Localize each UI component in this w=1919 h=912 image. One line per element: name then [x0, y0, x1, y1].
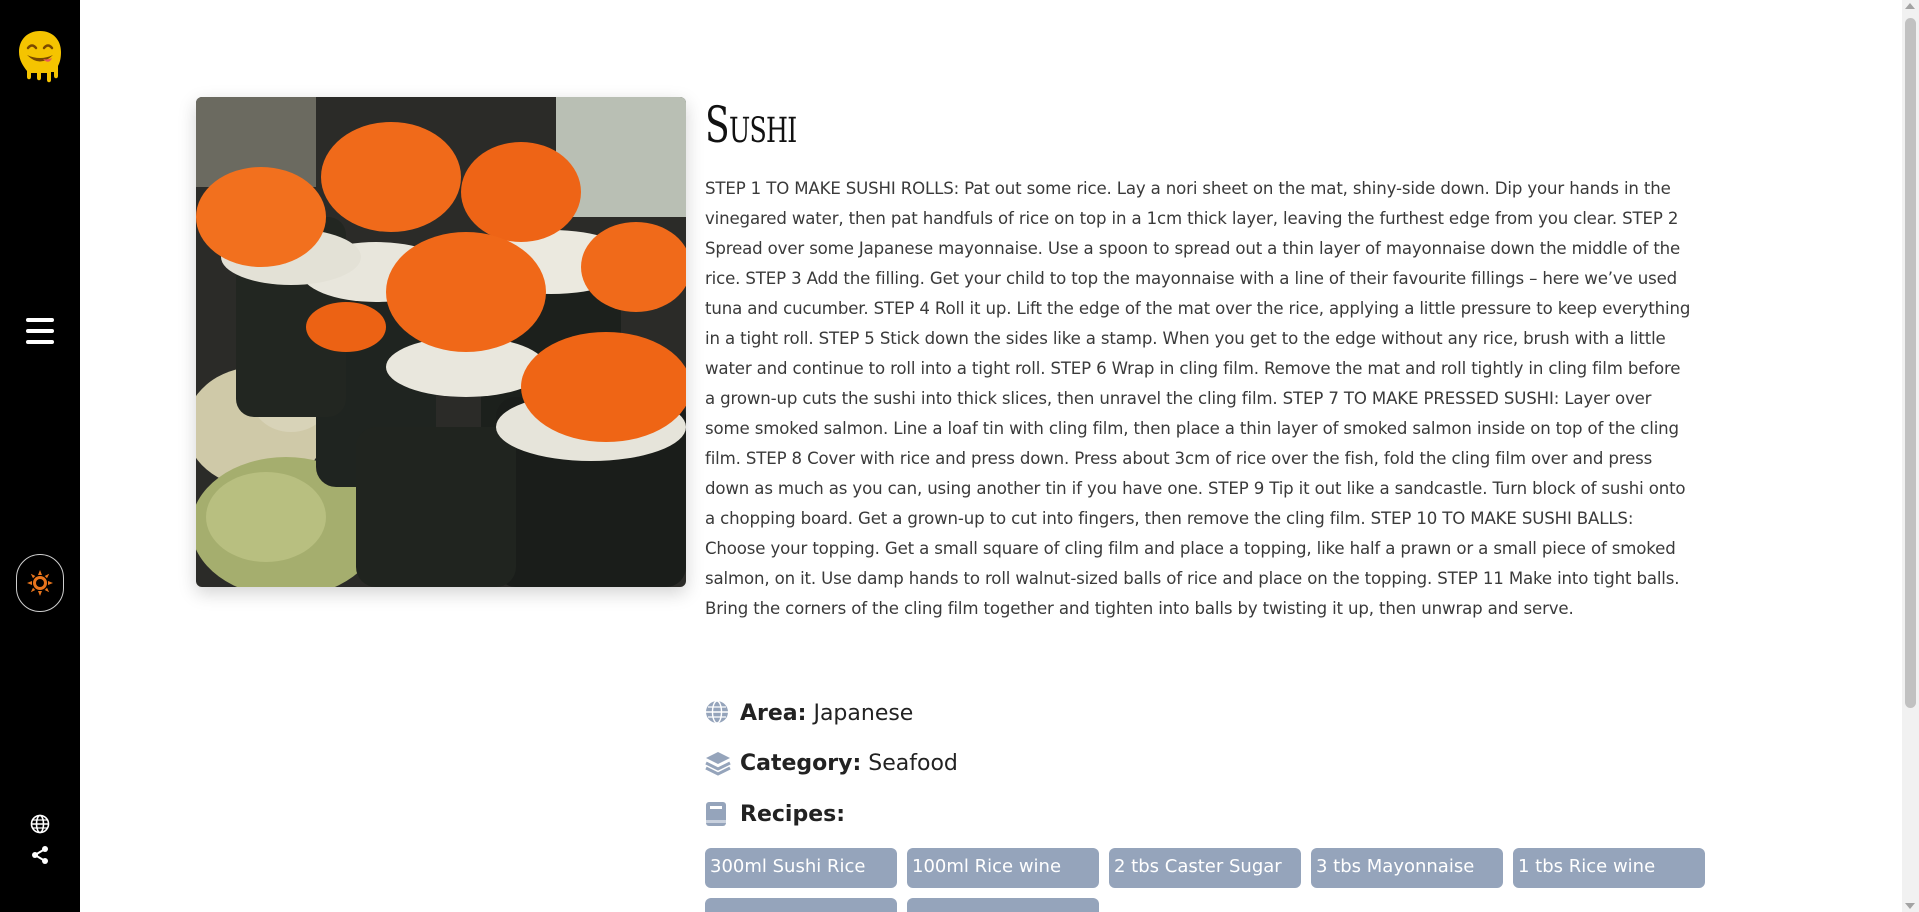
- recipes-label: Recipes:: [740, 801, 846, 827]
- area-row: Area: Japanese: [705, 700, 913, 726]
- recipes-row: Recipes:: [705, 801, 852, 827]
- share-button[interactable]: [30, 845, 50, 865]
- share-icon: [32, 846, 48, 864]
- ingredient-chip[interactable]: [907, 898, 1099, 912]
- scroll-down-arrow-icon[interactable]: [1905, 903, 1915, 909]
- category-label: Category:: [740, 750, 862, 776]
- page-title: Sushi: [705, 96, 797, 154]
- smiley-logo-icon[interactable]: [17, 28, 63, 84]
- book-icon: [705, 801, 731, 827]
- ingredient-chip[interactable]: [705, 898, 897, 912]
- hamburger-icon-line: [26, 329, 54, 333]
- globe-icon: [705, 700, 731, 726]
- ingredient-chip[interactable]: 2 tbs Caster Sugar: [1109, 848, 1301, 888]
- area-value: Japanese: [813, 700, 914, 726]
- layers-icon: [705, 750, 731, 776]
- recipe-instructions: STEP 1 TO MAKE SUSHI ROLLS: Pat out some…: [705, 179, 1691, 618]
- category-value: Seafood: [868, 750, 958, 776]
- ingredient-chip[interactable]: 300ml Sushi Rice: [705, 848, 897, 888]
- category-row: Category: Seafood: [705, 750, 958, 776]
- hamburger-icon-line: [26, 340, 54, 344]
- hamburger-menu-button[interactable]: [22, 315, 58, 347]
- vertical-scrollbar[interactable]: [1902, 0, 1919, 912]
- hamburger-icon-line: [26, 318, 54, 322]
- ingredient-chip[interactable]: 1 tbs Rice wine: [1513, 848, 1705, 888]
- ingredient-list: 300ml Sushi Rice 100ml Rice wine 2 tbs C…: [705, 848, 1715, 912]
- ingredient-chip[interactable]: 3 tbs Mayonnaise: [1311, 848, 1503, 888]
- globe-icon: [30, 814, 50, 834]
- sidebar: [0, 0, 80, 912]
- sun-icon: [27, 570, 53, 596]
- scrollbar-thumb[interactable]: [1905, 18, 1916, 708]
- ingredient-chip[interactable]: 100ml Rice wine: [907, 848, 1099, 888]
- area-label: Area:: [740, 700, 807, 726]
- scroll-up-arrow-icon[interactable]: [1905, 3, 1915, 9]
- theme-toggle-button[interactable]: [16, 554, 64, 612]
- dish-photo: [196, 97, 686, 587]
- language-globe-button[interactable]: [30, 814, 50, 834]
